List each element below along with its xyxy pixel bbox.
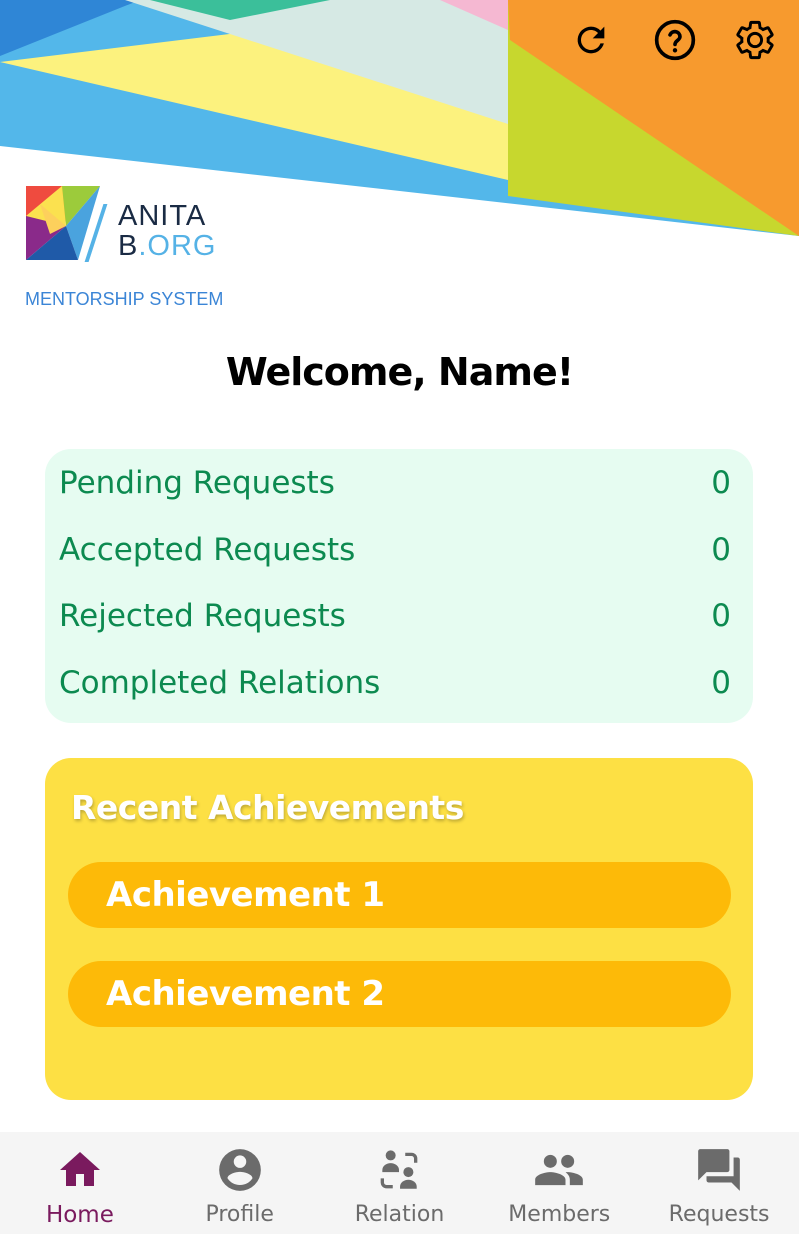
stat-value: 0 (711, 598, 731, 634)
stat-value: 0 (711, 532, 731, 568)
logo-wordmark: ANITA B.ORG (118, 202, 216, 261)
achievement-item[interactable]: Achievement 2 (68, 961, 731, 1027)
achievement-item[interactable]: Achievement 1 (68, 862, 731, 928)
stat-label: Accepted Requests (59, 532, 356, 568)
achievement-label: Achievement 1 (106, 875, 385, 915)
logo-line1: ANITA (118, 200, 207, 232)
stat-label: Completed Relations (59, 665, 381, 701)
nav-label-home: Home (45, 1202, 114, 1228)
nav-item-members[interactable]: Members (479, 1132, 639, 1234)
nav-item-requests[interactable]: Requests (639, 1132, 799, 1234)
stat-row-accepted: Accepted Requests 0 (59, 530, 731, 570)
logo-line2-suffix: .ORG (138, 230, 217, 262)
nav-item-relation[interactable]: Relation (320, 1132, 480, 1234)
stat-label: Pending Requests (59, 465, 335, 501)
nav-item-profile[interactable]: Profile (160, 1132, 320, 1234)
stat-value: 0 (711, 465, 731, 501)
relation-icon (373, 1144, 425, 1196)
logo-line2-prefix: B (118, 230, 139, 262)
members-icon (533, 1144, 585, 1196)
bottom-navigation: Home Profile Relation Members Requests (0, 1132, 799, 1234)
help-icon[interactable] (653, 18, 697, 62)
stat-row-rejected: Rejected Requests 0 (59, 596, 731, 636)
stat-value: 0 (711, 665, 731, 701)
stat-row-pending: Pending Requests 0 (59, 463, 731, 503)
achievements-card: Recent Achievements Achievement 1 Achiev… (45, 758, 753, 1100)
nav-label-members: Members (508, 1202, 611, 1227)
stats-card: Pending Requests 0 Accepted Requests 0 R… (45, 449, 753, 723)
refresh-icon[interactable] (569, 18, 613, 62)
stat-row-completed: Completed Relations 0 (59, 663, 731, 703)
achievement-label: Achievement 2 (106, 974, 385, 1014)
stat-label: Rejected Requests (59, 598, 346, 634)
nav-item-home[interactable]: Home (0, 1132, 160, 1234)
nav-label-profile: Profile (205, 1202, 274, 1227)
welcome-heading: Welcome, Name! (225, 350, 574, 394)
settings-icon[interactable] (733, 18, 777, 62)
app-subtitle: MENTORSHIP SYSTEM (25, 289, 224, 309)
profile-icon (214, 1144, 266, 1196)
nav-label-relation: Relation (354, 1202, 445, 1227)
requests-icon (693, 1144, 745, 1196)
nav-label-requests: Requests (668, 1202, 770, 1227)
achievements-title: Recent Achievements (71, 788, 464, 827)
home-icon (54, 1144, 106, 1196)
